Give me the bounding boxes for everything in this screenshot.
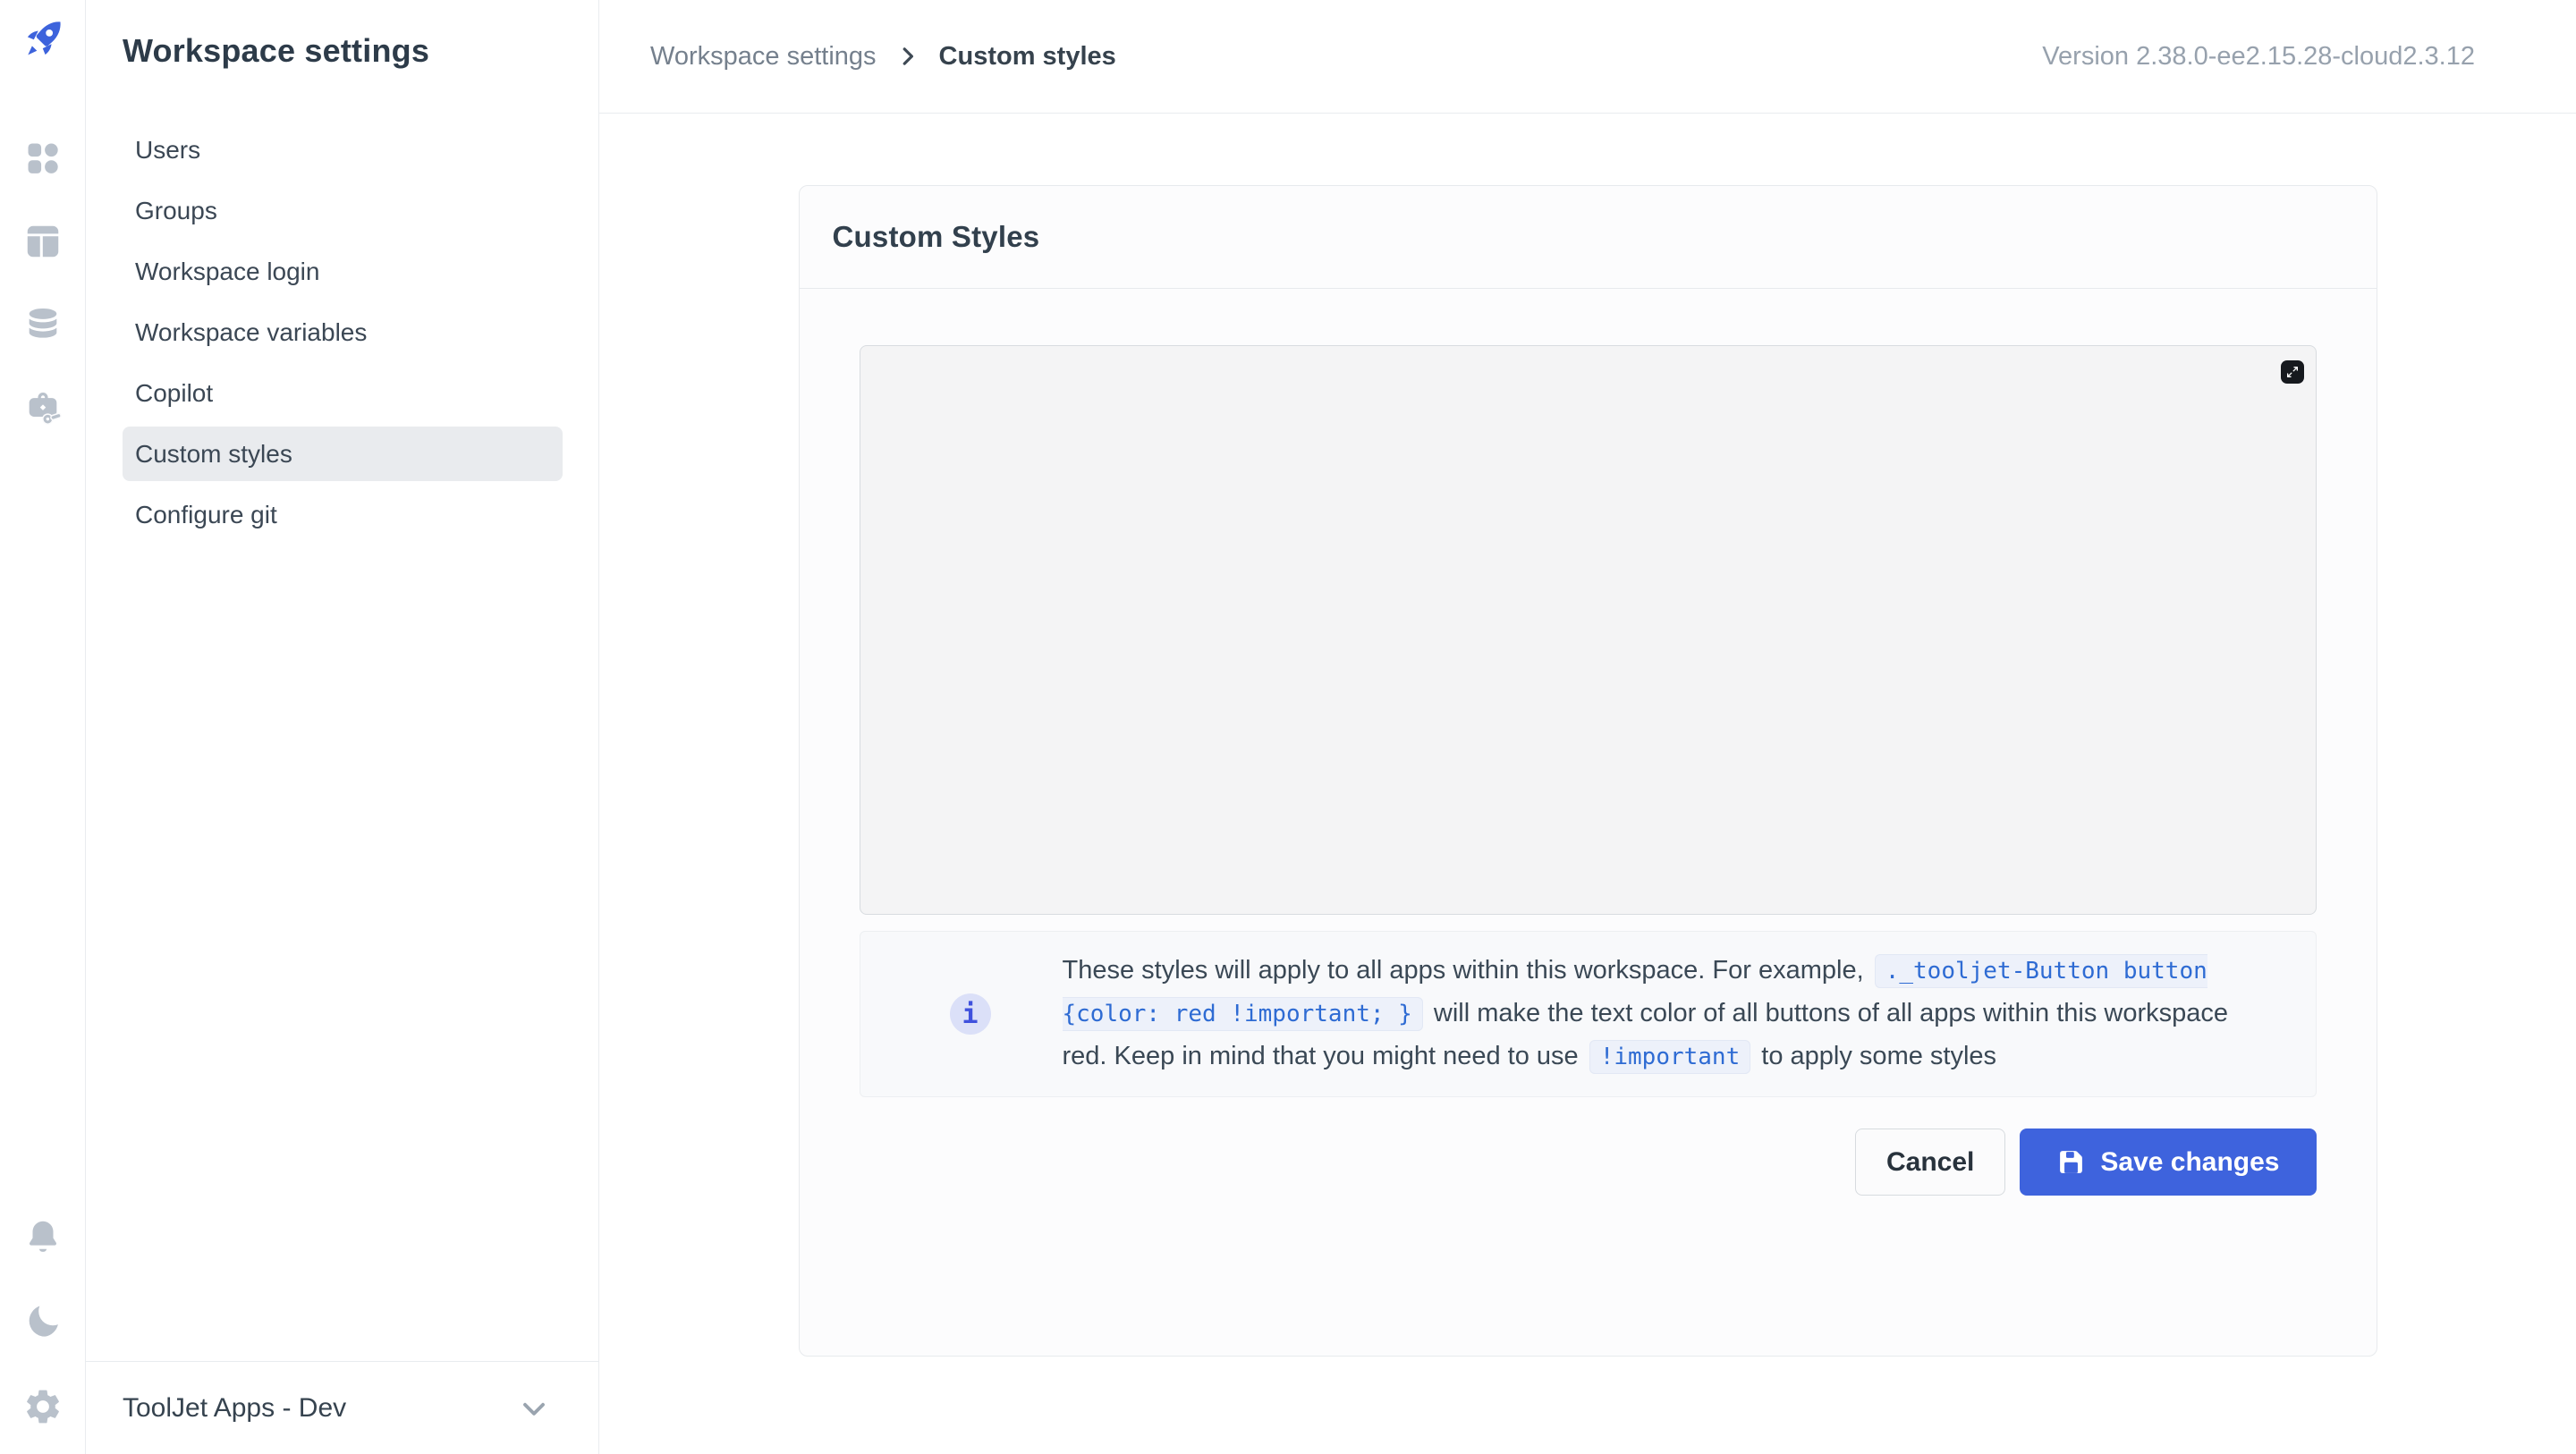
- sidebar-item-label: Custom styles: [135, 440, 292, 469]
- tooljet-rocket-logo[interactable]: [18, 14, 68, 64]
- sidebar-item-copilot[interactable]: Copilot: [123, 366, 563, 420]
- rail-nav: [22, 138, 64, 428]
- marketplace-toolbox-icon[interactable]: [22, 387, 64, 428]
- chevron-right-icon: [894, 43, 921, 70]
- save-changes-button[interactable]: Save changes: [2020, 1129, 2316, 1196]
- sidebar-item-label: Workspace variables: [135, 318, 367, 347]
- moon-icon[interactable]: [22, 1301, 64, 1342]
- sidebar-item-label: Copilot: [135, 379, 213, 408]
- sidebar-item-label: Groups: [135, 197, 217, 225]
- sidebar-item-workspace-variables[interactable]: Workspace variables: [123, 305, 563, 359]
- card-body: i These styles will apply to all apps wi…: [800, 289, 2377, 1196]
- workspace-switcher[interactable]: ToolJet Apps - Dev: [86, 1361, 598, 1454]
- card-title: Custom Styles: [833, 220, 1040, 254]
- info-icon-column: i: [860, 993, 1063, 1035]
- rocket-icon: [20, 16, 66, 63]
- sidebar-item-label: Configure git: [135, 501, 277, 529]
- save-changes-label: Save changes: [2100, 1147, 2279, 1178]
- settings-menu: Users Groups Workspace login Workspace vari…: [86, 123, 598, 548]
- breadcrumb: Workspace settings Custom styles: [650, 42, 1116, 72]
- app-icon-rail: [0, 0, 86, 1454]
- workspace-switcher-label: ToolJet Apps - Dev: [123, 1393, 346, 1424]
- info-text-segment: to apply some styles: [1754, 1042, 1996, 1070]
- breadcrumb-current: Custom styles: [939, 42, 1116, 72]
- code-snippet: !important: [1589, 1040, 1751, 1074]
- expand-icon: [2285, 365, 2300, 379]
- rail-bottom: [22, 1216, 64, 1427]
- gear-icon[interactable]: [22, 1386, 64, 1427]
- sidebar-item-label: Users: [135, 136, 200, 165]
- sidebar-item-custom-styles[interactable]: Custom styles: [123, 427, 563, 481]
- custom-styles-code-editor[interactable]: [860, 345, 2317, 915]
- main-area: Workspace settings Custom styles Version…: [599, 0, 2576, 1454]
- database-icon[interactable]: [22, 304, 64, 345]
- topbar: Workspace settings Custom styles Version…: [599, 0, 2576, 114]
- breadcrumb-parent[interactable]: Workspace settings: [650, 42, 877, 72]
- sidebar-title: Workspace settings: [123, 30, 563, 72]
- sidebar-item-groups[interactable]: Groups: [123, 183, 563, 238]
- pages-layout-icon[interactable]: [22, 221, 64, 262]
- expand-editor-button[interactable]: [2281, 360, 2304, 384]
- save-floppy-icon: [2056, 1147, 2086, 1177]
- info-text-segment: These styles will apply to all apps with…: [1063, 956, 1871, 985]
- apps-icon[interactable]: [22, 138, 64, 179]
- bell-icon[interactable]: [22, 1216, 64, 1257]
- info-text: These styles will apply to all apps with…: [1063, 950, 2280, 1078]
- info-callout: i These styles will apply to all apps wi…: [860, 931, 2317, 1097]
- sidebar-item-users[interactable]: Users: [123, 123, 563, 177]
- card-actions: Cancel Save changes: [860, 1129, 2317, 1196]
- cancel-button[interactable]: Cancel: [1855, 1129, 2005, 1196]
- chevron-down-icon: [516, 1391, 552, 1426]
- content-area: Custom Styles i These styles will apply …: [599, 114, 2576, 1454]
- sidebar-item-configure-git[interactable]: Configure git: [123, 487, 563, 542]
- sidebar-item-label: Workspace login: [135, 258, 319, 286]
- workspace-settings-sidebar: Workspace settings Users Groups Workspace …: [86, 0, 599, 1454]
- info-icon: i: [950, 993, 991, 1035]
- custom-styles-card: Custom Styles i These styles will apply …: [799, 185, 2377, 1357]
- sidebar-item-workspace-login[interactable]: Workspace login: [123, 244, 563, 299]
- card-header: Custom Styles: [800, 186, 2377, 289]
- version-label: Version 2.38.0-ee2.15.28-cloud2.3.12: [2042, 42, 2475, 72]
